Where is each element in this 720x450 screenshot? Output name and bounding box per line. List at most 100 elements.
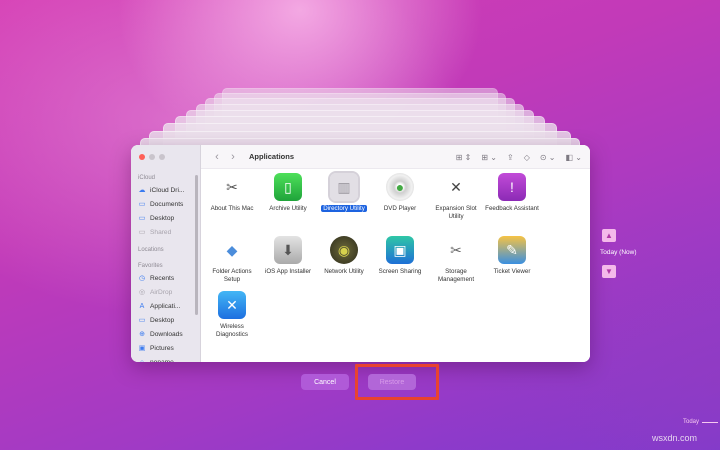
app-ticket-viewer[interactable]: ✎ Ticket Viewer <box>484 236 540 276</box>
share-icon[interactable]: ⇪ <box>507 153 514 162</box>
shared-folder-icon: ▭ <box>138 228 146 236</box>
app-wireless-diagnostics[interactable]: ✕ Wireless Diagnostics <box>204 291 260 339</box>
app-label: Feedback Assistant <box>485 205 539 212</box>
cloud-icon: ☁ <box>138 186 146 194</box>
group-icon[interactable]: ⊞ ⌄ <box>481 153 497 162</box>
timeline-today-label[interactable]: Today <box>683 419 699 425</box>
sidebar-item-label: Desktop <box>150 316 175 324</box>
cancel-button[interactable]: Cancel <box>301 374 349 390</box>
sidebar-item-recents[interactable]: ◷ Recents <box>131 271 200 285</box>
sidebar-item-applications[interactable]: A Applicati... <box>131 299 200 313</box>
sidebar-scrollbar[interactable] <box>195 175 198 315</box>
app-archive-utility[interactable]: ▯ Archive Utility <box>260 173 316 213</box>
app-label: iOS App Installer <box>264 268 312 275</box>
ticket-viewer-icon: ✎ <box>498 236 526 264</box>
app-directory-utility[interactable]: ▥ Directory Utility <box>316 171 372 213</box>
network-utility-icon: ◉ <box>330 236 358 264</box>
app-screen-sharing[interactable]: ▣ Screen Sharing <box>372 236 428 276</box>
app-label: Archive Utility <box>269 205 307 212</box>
back-button[interactable]: ‹ <box>209 151 225 163</box>
screen-sharing-icon: ▣ <box>386 236 414 264</box>
sidebar-item-label: Shared <box>150 228 172 236</box>
app-ios-app-installer[interactable]: ⬇ iOS App Installer <box>260 236 316 276</box>
expansion-slot-utility-icon: ✕ <box>450 178 462 195</box>
app-label: DVD Player <box>383 205 417 212</box>
sidebar-item-label: Recents <box>150 274 175 282</box>
downloads-icon: ⊕ <box>139 330 145 338</box>
sidebar-item-label: Applicati... <box>150 302 181 310</box>
sidebar-section-locations: Locations <box>138 247 164 253</box>
sidebar-item-airdrop[interactable]: ◎ AirDrop <box>131 285 200 299</box>
more-icon[interactable]: ⊙ ⌄ <box>540 153 556 162</box>
sidebar-item-desktop-icloud[interactable]: ▭ Desktop <box>131 211 200 225</box>
chevron-up-icon[interactable]: ▲ <box>602 229 616 242</box>
content-area: ‹ › Applications ⊞ ⇕ ⊞ ⌄ ⇪ ◇ ⊙ ⌄ ◧ ⌄ ✂ A… <box>201 145 590 362</box>
app-label: Screen Sharing <box>378 268 422 275</box>
feedback-assistant-icon: ! <box>498 173 526 201</box>
airdrop-icon: ◎ <box>138 288 146 296</box>
applications-icon: A <box>139 302 145 310</box>
app-storage-management[interactable]: ✂ Storage Management <box>428 236 484 284</box>
sidebar-item-label: Pictures <box>150 344 174 352</box>
sidebar-item-label: Desktop <box>150 214 175 222</box>
sidebar-item-pictures[interactable]: ▣ Pictures <box>131 341 200 355</box>
app-network-utility[interactable]: ◉ Network Utility <box>316 236 372 276</box>
app-label: Expansion Slot Utility <box>435 205 477 220</box>
toolbar: ‹ › Applications ⊞ ⇕ ⊞ ⌄ ⇪ ◇ ⊙ ⌄ ◧ ⌄ <box>201 145 590 169</box>
document-icon: ▭ <box>138 200 146 208</box>
sidebar-item-label: Documents <box>150 200 184 208</box>
app-label: About This Mac <box>210 205 254 212</box>
finder-window: iCloud ☁ iCloud Dri... ▭ Documents ▭ Des… <box>131 145 590 362</box>
grid-view-icon[interactable]: ⊞ ⇕ <box>456 153 472 162</box>
app-folder-actions-setup[interactable]: ◆ Folder Actions Setup <box>204 236 260 284</box>
app-label: Wireless Diagnostics <box>216 323 248 338</box>
tag-icon[interactable]: ◇ <box>524 153 530 162</box>
timeline-tick[interactable] <box>702 422 718 423</box>
sidebar-item-label: Downloads <box>150 330 183 338</box>
zoom-button[interactable] <box>159 154 165 160</box>
app-about-this-mac[interactable]: ✂ About This Mac <box>204 173 260 213</box>
app-feedback-assistant[interactable]: ! Feedback Assistant <box>484 173 540 213</box>
app-label: Directory Utility <box>316 205 372 213</box>
ios-app-installer-icon: ⬇ <box>274 236 302 264</box>
sidebar-item-documents[interactable]: ▭ Documents <box>131 197 200 211</box>
app-expansion-slot-utility[interactable]: ✕ Expansion Slot Utility <box>428 173 484 221</box>
app-label: Ticket Viewer <box>493 268 531 275</box>
close-button[interactable] <box>139 154 145 160</box>
sidebar: iCloud ☁ iCloud Dri... ▭ Documents ▭ Des… <box>131 145 201 362</box>
clock-icon: ◷ <box>138 274 146 282</box>
highlight-box <box>355 364 439 400</box>
sidebar-section-favorites: Favorites <box>138 263 163 269</box>
dvd-player-icon: ● <box>386 173 414 201</box>
sidebar-item-downloads[interactable]: ⊕ Downloads <box>131 327 200 341</box>
app-label: Folder Actions Setup <box>212 268 252 283</box>
wireless-diagnostics-icon: ✕ <box>218 291 246 319</box>
directory-utility-icon: ▥ <box>328 171 360 203</box>
window-controls <box>139 154 165 160</box>
pictures-icon: ▣ <box>138 344 146 352</box>
sidebar-item-label: AirDrop <box>150 288 173 296</box>
sidebar-item-home[interactable]: ⌂ noname <box>131 355 200 363</box>
app-label-text: Directory Utility <box>321 205 367 212</box>
about-this-mac-icon: ✂ <box>226 178 238 195</box>
window-title: Applications <box>249 152 295 161</box>
archive-utility-icon: ▯ <box>274 173 302 201</box>
sidebar-section-icloud: iCloud <box>138 175 156 181</box>
app-label: Network Utility <box>324 268 364 275</box>
app-grid: ✂ About This Mac ▯ Archive Utility ▥ Dir… <box>201 171 590 362</box>
app-dvd-player[interactable]: ● DVD Player <box>372 173 428 213</box>
chevron-down-icon[interactable]: ▼ <box>602 265 616 278</box>
toolbar-actions: ⊞ ⇕ ⊞ ⌄ ⇪ ◇ ⊙ ⌄ ◧ ⌄ <box>456 145 582 169</box>
home-icon: ⌂ <box>139 358 145 363</box>
sidebar-item-icloud-drive[interactable]: ☁ iCloud Dri... <box>131 183 200 197</box>
forward-button[interactable]: › <box>225 151 241 163</box>
timeline-current-label: Today (Now) <box>600 249 637 256</box>
sidebar-item-desktop[interactable]: ▭ Desktop <box>131 313 200 327</box>
sidebar-item-shared[interactable]: ▭ Shared <box>131 225 200 239</box>
minimize-button[interactable] <box>149 154 155 160</box>
folder-actions-setup-icon: ◆ <box>226 241 238 258</box>
appearance-icon[interactable]: ◧ ⌄ <box>566 153 582 162</box>
sidebar-item-label: noname <box>150 358 174 363</box>
watermark: wsxdn.com <box>652 433 698 443</box>
storage-management-icon: ✂ <box>450 241 462 258</box>
